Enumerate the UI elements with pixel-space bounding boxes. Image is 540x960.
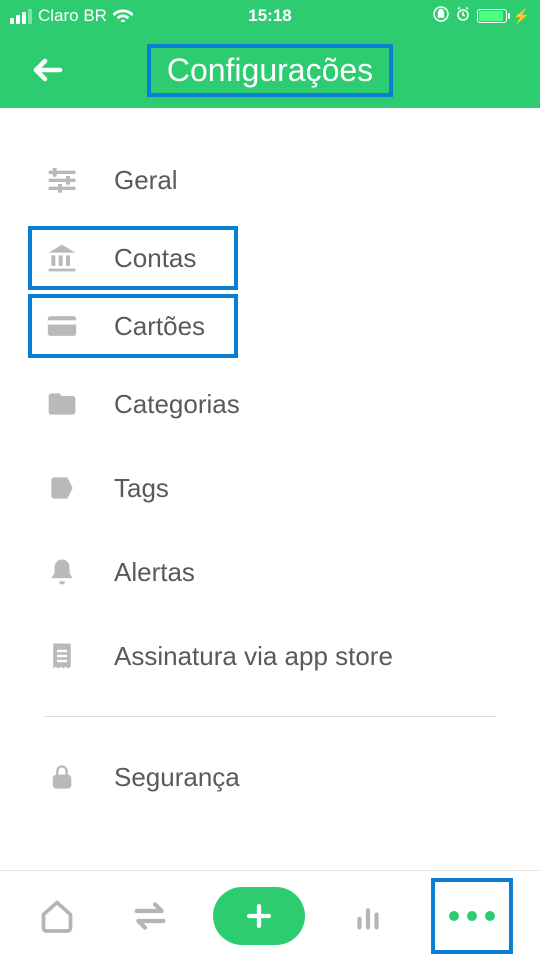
alarm-icon (455, 6, 471, 27)
menu-item-general[interactable]: Geral (0, 138, 540, 222)
bottom-nav (0, 870, 540, 960)
tag-icon (44, 470, 80, 506)
page-title: Configurações (147, 44, 393, 97)
menu-label: Contas (114, 243, 196, 274)
menu-item-categories[interactable]: Categorias (0, 362, 540, 446)
menu-item-tags[interactable]: Tags (0, 446, 540, 530)
nav-reports[interactable] (338, 886, 398, 946)
menu-item-cards[interactable]: Cartões (28, 294, 238, 358)
divider (44, 716, 496, 717)
nav-transactions[interactable] (120, 886, 180, 946)
status-time: 15:18 (248, 6, 291, 26)
menu-item-alerts[interactable]: Alertas (0, 530, 540, 614)
menu-label: Segurança (114, 762, 240, 793)
more-icon (449, 911, 495, 921)
nav-add-button[interactable] (213, 887, 305, 945)
settings-menu: Geral Contas Cartões Categorias Tags Ale… (0, 108, 540, 819)
menu-label: Tags (114, 473, 169, 504)
menu-label: Categorias (114, 389, 240, 420)
folder-icon (44, 386, 80, 422)
menu-label: Alertas (114, 557, 195, 588)
card-icon (44, 308, 80, 344)
nav-more[interactable] (431, 878, 513, 954)
orientation-lock-icon (433, 6, 449, 27)
menu-item-security[interactable]: Segurança (0, 735, 540, 819)
bank-icon (44, 240, 80, 276)
bell-icon (44, 554, 80, 590)
lock-icon (44, 759, 80, 795)
menu-item-accounts[interactable]: Contas (28, 226, 238, 290)
status-left: Claro BR (10, 6, 133, 27)
battery-icon (477, 9, 507, 23)
menu-label: Cartões (114, 311, 205, 342)
charging-icon: ⚡ (513, 8, 530, 25)
status-bar: Claro BR 15:18 ⚡ (0, 0, 540, 32)
menu-label: Geral (114, 165, 178, 196)
carrier-label: Claro BR (38, 6, 107, 26)
app-header: Configurações (0, 32, 540, 108)
sliders-icon (44, 162, 80, 198)
status-right: ⚡ (433, 6, 530, 27)
wifi-icon (113, 6, 133, 27)
menu-item-subscription[interactable]: Assinatura via app store (0, 614, 540, 698)
receipt-icon (44, 638, 80, 674)
nav-home[interactable] (27, 886, 87, 946)
back-button[interactable] (30, 52, 66, 88)
signal-icon (10, 9, 32, 24)
menu-label: Assinatura via app store (114, 641, 393, 672)
